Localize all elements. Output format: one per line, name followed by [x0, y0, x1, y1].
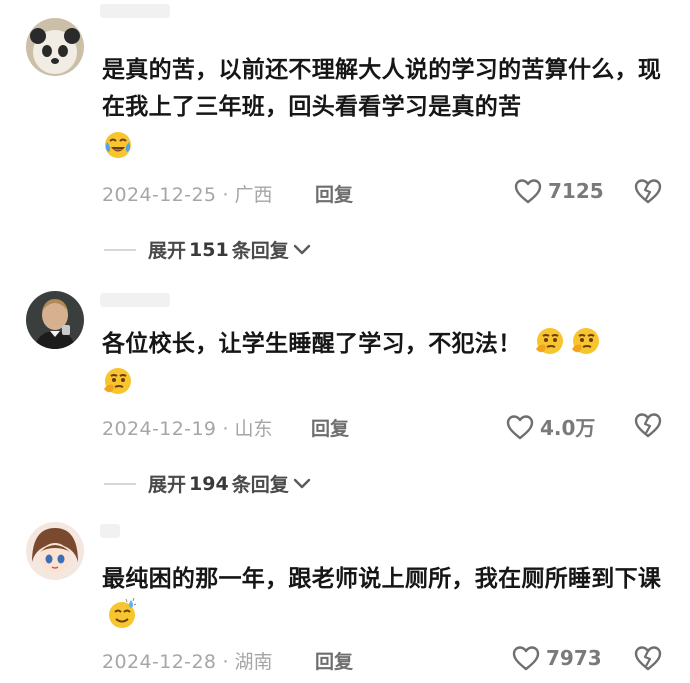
- reply-button[interactable]: 回复: [315, 647, 353, 674]
- comment-date: 2024-12-28: [102, 651, 217, 673]
- like-button[interactable]: 4.0万: [506, 412, 595, 441]
- dislike-button[interactable]: [634, 412, 662, 442]
- comment-meta: 2024-12-25 · 广西: [102, 180, 273, 207]
- expand-prefix: 展开: [148, 240, 187, 262]
- comment-date: 2024-12-25: [102, 184, 217, 206]
- reply-count: 151: [189, 238, 229, 261]
- thinking-face-emoji-icon: [571, 328, 599, 354]
- comment-text: 是真的苦，以前还不理解大人说的学习的苦算什么，现在我上了三年班，回头看看学习是真…: [102, 52, 662, 160]
- divider-line: [104, 482, 136, 485]
- broken-heart-icon: [634, 413, 662, 438]
- divider-line: [104, 248, 136, 251]
- like-count: 4.0万: [540, 416, 596, 440]
- avatar[interactable]: [26, 291, 84, 349]
- reply-button[interactable]: 回复: [311, 414, 349, 441]
- comment-body: 各位校长，让学生睡醒了学习，不犯法！: [102, 331, 522, 357]
- like-count: 7125: [548, 179, 604, 203]
- like-button[interactable]: 7125: [514, 178, 604, 204]
- thinking-face-emoji-icon: [535, 328, 563, 354]
- avatar[interactable]: [26, 18, 84, 76]
- expand-replies-button[interactable]: 展开 151 条回复: [104, 236, 311, 263]
- comment-body: 最纯困的那一年，跟老师说上厕所，我在厕所睡到下课: [102, 566, 662, 592]
- comment-text: 最纯困的那一年，跟老师说上厕所，我在厕所睡到下课: [102, 561, 662, 636]
- comment-location: · 广西: [222, 184, 273, 206]
- heart-outline-icon: [512, 646, 540, 671]
- comment-body: 是真的苦，以前还不理解大人说的学习的苦算什么，现在我上了三年班，回头看看学习是真…: [102, 57, 662, 120]
- comment-meta: 2024-12-19 · 山东: [102, 414, 273, 441]
- like-count: 7973: [546, 646, 602, 670]
- comment-date: 2024-12-19: [102, 418, 217, 440]
- comment-location: · 湖南: [222, 651, 273, 673]
- broken-heart-icon: [634, 179, 662, 204]
- crying-laugh-emoji-icon: [105, 132, 131, 158]
- comment-meta: 2024-12-28 · 湖南: [102, 647, 273, 674]
- username[interactable]: [100, 293, 170, 307]
- comment-location: · 山东: [222, 418, 273, 440]
- reply-count: 194: [189, 472, 229, 495]
- broken-heart-icon: [634, 646, 662, 671]
- avatar[interactable]: [26, 522, 84, 580]
- dislike-button[interactable]: [634, 178, 662, 208]
- username[interactable]: [100, 4, 170, 18]
- expand-suffix: 条回复: [231, 240, 289, 262]
- chevron-down-icon: [293, 478, 310, 488]
- expand-suffix: 条回复: [231, 474, 289, 496]
- username[interactable]: [100, 524, 120, 538]
- comment-text: 各位校长，让学生睡醒了学习，不犯法！: [102, 325, 662, 397]
- heart-outline-icon: [514, 179, 542, 204]
- expand-prefix: 展开: [148, 474, 187, 496]
- reply-button[interactable]: 回复: [315, 180, 353, 207]
- heart-outline-icon: [506, 414, 534, 439]
- thinking-face-emoji-icon: [104, 368, 131, 394]
- dislike-button[interactable]: [634, 645, 662, 675]
- sweat-smile-emoji-icon: [109, 598, 137, 628]
- like-button[interactable]: 7973: [512, 645, 602, 671]
- chevron-down-icon: [293, 244, 310, 254]
- expand-replies-button[interactable]: 展开 194 条回复: [104, 470, 311, 497]
